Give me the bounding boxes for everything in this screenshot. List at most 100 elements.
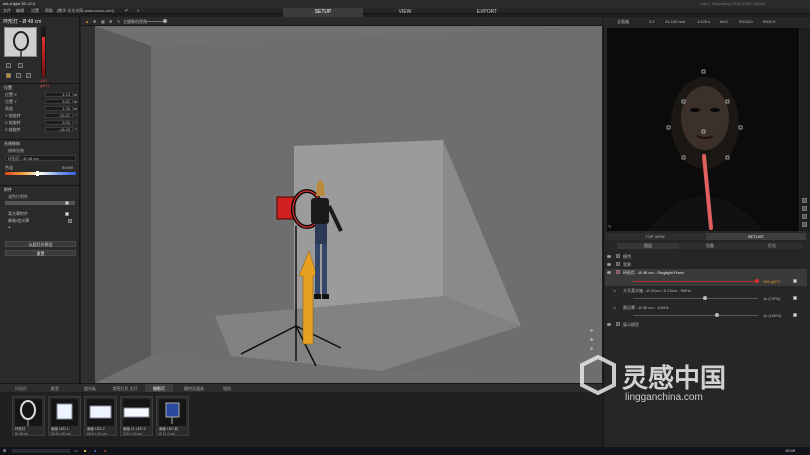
studio-scene — [81, 26, 602, 383]
layer-row-radar[interactable]: ↳ 雷达罩 - Ø 56 cm - 100Hz 1s (100%) — [605, 304, 807, 320]
camera-edit-icon[interactable]: ✎ — [608, 224, 611, 229]
color-temp-knob[interactable] — [36, 171, 39, 176]
reset-button[interactable]: 重置 — [5, 250, 76, 256]
layer-row-background[interactable]: 背景 — [605, 261, 807, 269]
ringlight-power-knob[interactable] — [755, 279, 759, 283]
rotate-icon[interactable] — [18, 63, 23, 68]
tab-top-view[interactable]: TOP VIEW — [605, 233, 705, 240]
rot-y-input[interactable]: -25.22 — [45, 113, 73, 118]
move-view-icon[interactable]: ✥ — [590, 337, 593, 342]
pan-tool-icon[interactable]: ✥ — [93, 19, 96, 24]
section-position[interactable]: 位置 — [4, 85, 12, 90]
height-input[interactable]: 1.26 — [45, 106, 73, 111]
section-gel[interactable]: 附件 — [4, 187, 12, 192]
tab-export[interactable]: EXPORT — [447, 8, 527, 17]
layer-row-model[interactable]: 模特 — [605, 253, 807, 261]
gel3-checkbox[interactable] — [68, 219, 72, 223]
eye-icon[interactable] — [607, 263, 611, 266]
field-rot-z: Z 轴旋转 -18.43 ° — [5, 127, 77, 132]
field-rot-x: X 轴旋转 3.00 ° — [5, 120, 77, 125]
shelf-item-led3[interactable]: 面板 LT-LED 3 120 x 30 cm — [120, 396, 153, 436]
select-tool-icon[interactable]: ▲ — [85, 19, 89, 24]
zoom-view-icon[interactable]: ⊕ — [590, 346, 593, 351]
section-modifier[interactable]: 光线修饰 — [4, 141, 20, 146]
gel-icon[interactable] — [26, 73, 31, 78]
undo-icon[interactable]: ↶ — [125, 8, 128, 13]
eye-icon[interactable] — [607, 255, 611, 258]
orbit-icon[interactable]: ✣ — [590, 328, 593, 333]
rot-z-input[interactable]: -18.43 — [45, 127, 73, 132]
zoom-knob[interactable] — [163, 19, 167, 23]
layer-row-softbox[interactable]: ↳ 大号柔光箱 - Ø 22cm / 5 23cm - 9MHz 1s (7/9… — [605, 287, 807, 303]
subtab-layers[interactable]: 图层 — [617, 243, 679, 249]
radar-power-knob[interactable] — [715, 313, 719, 317]
sun-icon[interactable] — [6, 73, 11, 78]
windows-taskbar: ⊞ ▭ ■ ● ● 15:49 — [0, 447, 810, 455]
menu-help[interactable]: 帮助 — [45, 8, 53, 13]
color-temp-value: 5400K — [62, 165, 74, 170]
eye-icon[interactable] — [607, 323, 611, 326]
pos-x-input[interactable]: 4.13 — [45, 92, 73, 97]
explorer-icon[interactable]: ■ — [84, 448, 86, 453]
lens-select[interactable]: 24-105 mm — [665, 19, 685, 24]
power-slider-track[interactable] — [41, 27, 46, 77]
wb-select[interactable]: 5500 K — [763, 19, 776, 24]
color-temp-slider[interactable] — [5, 172, 76, 175]
camera-preview[interactable] — [607, 28, 799, 231]
layer-row-ringlight[interactable]: 环形灯 - Ø 48 cm - Ringlight Fixed 100 ψ071 — [605, 269, 807, 286]
aperture-select[interactable]: f/8.0 — [720, 19, 728, 24]
tab-setup[interactable]: SETUP — [283, 8, 363, 17]
shelf-item-ringlight[interactable]: 环形灯 Ø 48 cm — [12, 396, 45, 436]
watermark-url: lingganchina.com — [625, 392, 703, 403]
overlay-icon[interactable] — [802, 214, 807, 219]
menu-edit[interactable]: 编辑 — [16, 8, 24, 13]
watermark-logo — [578, 354, 618, 396]
redo-icon[interactable]: ▾ — [137, 8, 139, 13]
subtab-lights[interactable]: 灯光 — [741, 243, 803, 249]
gel2-checkbox[interactable] — [65, 212, 69, 216]
apply-preset-button[interactable]: 从此灯光预设 — [5, 241, 76, 247]
subtab-devices[interactable]: 设备 — [679, 243, 741, 249]
shelf-item-led2[interactable]: 面板 LED 2 60.5 x 30 cm — [84, 396, 117, 436]
modifier-icon[interactable] — [16, 73, 21, 78]
softbox-power-knob[interactable] — [703, 296, 707, 300]
menu-settings[interactable]: 设置 — [31, 8, 39, 13]
rot-x-input[interactable]: 3.00 — [45, 120, 73, 125]
add-accessory-button[interactable]: + — [8, 225, 11, 231]
radar-power-slider[interactable] — [633, 315, 758, 316]
aspect-select[interactable]: 3:2 — [649, 19, 655, 24]
menu-file[interactable]: 文件 — [3, 8, 11, 13]
pos-y-input[interactable]: 3.81 — [45, 99, 73, 104]
fit-icon[interactable] — [802, 198, 807, 203]
layer-row-display-model[interactable]: 展示模型 — [605, 321, 807, 329]
tab-view[interactable]: VIEW — [365, 8, 445, 17]
ringlight-power-slider[interactable] — [633, 281, 758, 282]
shelf-item-led-color[interactable]: 面板 LED 彩 Ø 11.2 cm — [156, 396, 189, 436]
3d-viewport[interactable]: ✣ ✥ ⊕ — [81, 26, 602, 383]
shutter-select[interactable]: 1/125 s — [697, 19, 710, 24]
shelf-item-led1[interactable]: 面板 LED 1 30.5 x 30 cm — [48, 396, 81, 436]
measure-icon[interactable]: ⊞ — [109, 19, 112, 24]
taskview-icon[interactable]: ▭ — [74, 448, 78, 453]
taskbar-search[interactable] — [12, 449, 70, 453]
sensor-select[interactable]: 全画幅 — [617, 19, 629, 24]
softbox-enable-checkbox[interactable] — [793, 296, 797, 300]
histogram-icon[interactable] — [802, 206, 807, 211]
tab-setlist[interactable]: SETLIST — [706, 233, 806, 240]
browser-icon[interactable]: ● — [94, 448, 96, 453]
eye-icon[interactable] — [607, 271, 611, 274]
navigation-gizmo[interactable]: ✣ ✥ ⊕ — [589, 328, 598, 358]
color-temp-label: 色温 — [5, 165, 13, 170]
start-icon[interactable]: ⊞ — [3, 448, 6, 453]
gel-checkbox[interactable] — [65, 201, 69, 205]
softbox-power-slider[interactable] — [633, 298, 758, 299]
settings-icon[interactable] — [802, 222, 807, 227]
iso-select[interactable]: ISO100 — [739, 19, 753, 24]
app-icon[interactable]: ● — [104, 448, 106, 453]
radar-enable-checkbox[interactable] — [793, 313, 797, 317]
grid-icon[interactable]: ▦ — [101, 19, 105, 24]
modifier-select[interactable]: 环形灯 - Ø 48 cm — [5, 155, 76, 161]
move-icon[interactable] — [6, 63, 11, 68]
pen-icon[interactable]: ✎ — [117, 19, 120, 24]
ringlight-enable-checkbox[interactable] — [793, 279, 797, 283]
